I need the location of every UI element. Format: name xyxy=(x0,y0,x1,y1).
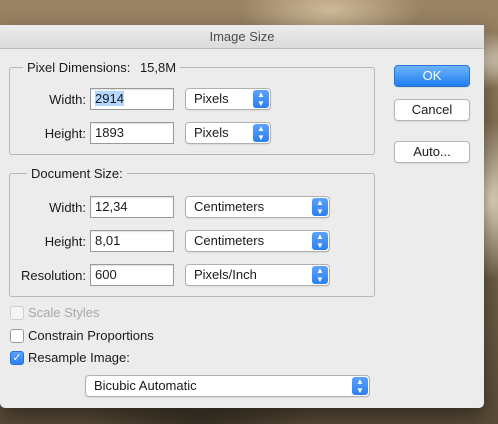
window-title: Image Size xyxy=(0,25,484,49)
select-arrows-icon: ▲ ▼ xyxy=(312,232,328,250)
select-arrows-icon: ▲ ▼ xyxy=(253,90,269,108)
resolution-unit: Pixels/Inch xyxy=(194,267,257,282)
constrain-proportions-checkbox[interactable] xyxy=(10,329,24,343)
doc-height-field[interactable]: 8,01 xyxy=(90,230,174,252)
doc-width-unit-select[interactable]: Centimeters ▲ ▼ xyxy=(185,196,330,218)
pixel-dimensions-size: 15,8M xyxy=(139,60,177,75)
pixel-dimensions-title: Pixel Dimensions: xyxy=(27,60,131,75)
resolution-field[interactable]: 600 xyxy=(90,264,174,286)
resolution-label: Resolution: xyxy=(20,268,86,283)
pixel-width-unit-select[interactable]: Pixels ▲ ▼ xyxy=(185,88,271,110)
ok-button[interactable]: OK xyxy=(394,65,470,87)
checkmark-icon: ✓ xyxy=(12,352,22,364)
select-arrows-icon: ▲ ▼ xyxy=(312,266,328,284)
document-size-legend: Document Size: xyxy=(27,166,127,181)
doc-height-unit: Centimeters xyxy=(194,233,265,248)
doc-height-value: 8,01 xyxy=(95,233,121,248)
doc-width-label: Width: xyxy=(49,200,86,215)
cancel-button[interactable]: Cancel xyxy=(394,99,470,121)
resample-method: Bicubic Automatic xyxy=(94,378,197,393)
auto-button[interactable]: Auto... xyxy=(394,141,470,163)
pixel-width-value: 2914 xyxy=(95,91,124,106)
pixel-height-field[interactable]: 1893 xyxy=(90,122,174,144)
pixel-width-label: Width: xyxy=(49,92,86,107)
doc-height-unit-select[interactable]: Centimeters ▲ ▼ xyxy=(185,230,330,252)
constrain-proportions-label[interactable]: Constrain Proportions xyxy=(28,328,154,343)
doc-width-value: 12,34 xyxy=(95,199,128,214)
doc-height-label: Height: xyxy=(44,234,86,249)
scale-styles-label: Scale Styles xyxy=(28,305,100,320)
pixel-height-label: Height: xyxy=(44,126,86,141)
pixel-width-unit: Pixels xyxy=(194,91,229,106)
resolution-value: 600 xyxy=(95,267,117,282)
doc-width-unit: Centimeters xyxy=(194,199,265,214)
pixel-dimensions-legend: Pixel Dimensions: 15,8M xyxy=(23,60,181,75)
pixel-height-value: 1893 xyxy=(95,125,124,140)
select-arrows-icon: ▲ ▼ xyxy=(352,377,368,395)
doc-width-field[interactable]: 12,34 xyxy=(90,196,174,218)
resample-image-label[interactable]: Resample Image: xyxy=(28,350,130,365)
pixel-height-unit: Pixels xyxy=(194,125,229,140)
pixel-height-unit-select[interactable]: Pixels ▲ ▼ xyxy=(185,122,271,144)
select-arrows-icon: ▲ ▼ xyxy=(312,198,328,216)
resolution-unit-select[interactable]: Pixels/Inch ▲ ▼ xyxy=(185,264,330,286)
scale-styles-checkbox xyxy=(10,306,24,320)
select-arrows-icon: ▲ ▼ xyxy=(253,124,269,142)
resample-image-checkbox[interactable]: ✓ xyxy=(10,351,24,365)
resample-method-select[interactable]: Bicubic Automatic ▲ ▼ xyxy=(85,375,370,397)
pixel-width-field[interactable]: 2914 xyxy=(90,88,174,110)
